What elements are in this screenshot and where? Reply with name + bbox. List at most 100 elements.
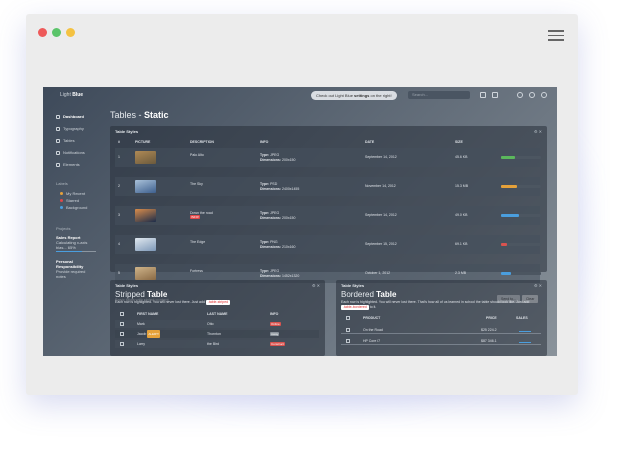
row-checkbox[interactable] bbox=[346, 328, 350, 332]
column-header: INFO bbox=[270, 312, 279, 316]
status-progress-bar bbox=[501, 156, 541, 159]
table-row[interactable]: Larry the Bird Construct bbox=[115, 340, 319, 348]
table-icon bbox=[56, 138, 60, 143]
select-all-checkbox[interactable] bbox=[346, 316, 350, 320]
search-input[interactable]: Search... bbox=[408, 91, 470, 99]
row-date: September 15, 2012 bbox=[365, 242, 397, 246]
row-date: September 14, 2012 bbox=[365, 155, 397, 159]
table-row[interactable]: 2 The Sky Type: PSD Dimensions: 2400x1455 No… bbox=[115, 177, 541, 196]
row-date: October 1, 2012 bbox=[365, 271, 391, 275]
select-all-checkbox[interactable] bbox=[120, 312, 124, 316]
panel-controls-icon[interactable]: ⚙ ✕ bbox=[534, 129, 542, 134]
user-icon[interactable] bbox=[529, 92, 535, 98]
brand-logo[interactable]: Light Blue bbox=[60, 92, 83, 98]
bordered-table-title: Bordered Table bbox=[341, 290, 397, 299]
column-header: INFO bbox=[260, 140, 269, 144]
power-icon[interactable] bbox=[541, 92, 547, 98]
row-thumbnail[interactable] bbox=[135, 267, 156, 280]
status-progress-bar bbox=[501, 214, 541, 217]
label-my-recent[interactable]: My Recent bbox=[60, 191, 85, 196]
messages-icon[interactable] bbox=[480, 92, 486, 98]
row-description: Palo Alto bbox=[190, 153, 204, 157]
row-checkbox[interactable] bbox=[120, 332, 124, 336]
home-icon bbox=[56, 114, 60, 119]
column-header: PRODUCT bbox=[363, 316, 381, 320]
row-size: 2.3 MB bbox=[455, 271, 467, 275]
minimize-dot[interactable] bbox=[52, 28, 61, 37]
table-row[interactable]: Mark Otto Online bbox=[115, 320, 319, 328]
last-name: Otto bbox=[207, 322, 214, 326]
sales-sparkline-icon bbox=[519, 339, 531, 343]
sidebar-item-dashboard[interactable]: Dashboard bbox=[56, 114, 84, 119]
table-header-row: PRODUCT PRICE SALES bbox=[341, 316, 541, 322]
row-id: 2 bbox=[118, 184, 120, 188]
alert-badge: ALERT! bbox=[147, 330, 160, 338]
text-icon bbox=[56, 126, 60, 131]
row-thumbnail[interactable] bbox=[135, 180, 156, 193]
panel-controls-icon[interactable]: ⚙ ✕ bbox=[534, 283, 542, 288]
settings-icon[interactable] bbox=[517, 92, 523, 98]
row-size: 15.3 MB bbox=[455, 184, 469, 188]
settings-notice[interactable]: Check out Light Blue settings on the rig… bbox=[311, 91, 397, 100]
table-row[interactable]: Jacob ALERT! Thornton Away bbox=[115, 330, 319, 338]
product-name: On the Road bbox=[363, 328, 383, 332]
top-bar: Light Blue Check out Light Blue settings… bbox=[43, 87, 557, 105]
app-screen: Light Blue Check out Light Blue settings… bbox=[43, 87, 557, 356]
table-row[interactable]: 4 The Edge Type: PNG Dimensions: 210x160 Sep… bbox=[115, 235, 541, 254]
label-starred[interactable]: Starred bbox=[60, 198, 79, 203]
maximize-dot[interactable] bbox=[66, 28, 75, 37]
table-row[interactable]: HP Core i7 $87 346.1 bbox=[341, 337, 541, 345]
label-background[interactable]: Background bbox=[60, 205, 87, 210]
status-badge: Away bbox=[270, 332, 280, 336]
bordered-table-desc: Each row is highlighted. You will never … bbox=[341, 300, 530, 310]
status-progress-bar bbox=[501, 185, 541, 188]
table-row[interactable]: On the Road $25 224.2 bbox=[341, 326, 541, 334]
stripped-table-panel: Table Styles ⚙ ✕ Stripped Table Each row… bbox=[110, 280, 325, 356]
project-progress bbox=[56, 251, 96, 252]
row-size: 49.0 KB bbox=[455, 213, 468, 217]
row-description: The Edge bbox=[190, 240, 206, 244]
panel-heading: Table Styles bbox=[341, 283, 365, 288]
first-name: Mark bbox=[137, 322, 145, 326]
row-checkbox[interactable] bbox=[346, 339, 350, 343]
status-progress-bar bbox=[501, 243, 541, 246]
row-thumbnail[interactable] bbox=[135, 209, 156, 222]
close-dot[interactable] bbox=[38, 28, 47, 37]
row-date: September 14, 2012 bbox=[365, 213, 397, 217]
column-header: DATE bbox=[365, 140, 375, 144]
row-description: Fortress bbox=[190, 269, 203, 273]
projects-heading: Projects bbox=[56, 226, 71, 231]
column-header: PICTURE bbox=[135, 140, 151, 144]
last-name: Thornton bbox=[207, 332, 222, 336]
notifications-icon[interactable] bbox=[492, 92, 498, 98]
row-thumbnail[interactable] bbox=[135, 151, 156, 164]
column-header: FIRST NAME bbox=[137, 312, 159, 316]
row-checkbox[interactable] bbox=[120, 342, 124, 346]
table-row[interactable]: 1 Palo Alto Type: JPEG Dimensions: 200x150 S… bbox=[115, 148, 541, 167]
window-controls bbox=[38, 28, 75, 37]
panel-controls-icon[interactable]: ⚙ ✕ bbox=[312, 283, 320, 288]
last-name: the Bird bbox=[207, 342, 220, 346]
table-header-row: FIRST NAME LAST NAME INFO bbox=[115, 312, 319, 318]
row-info: Type: PNG Dimensions: 210x160 bbox=[260, 240, 296, 249]
project-sales-report[interactable]: Sales Report Calculating x-axis bias... … bbox=[56, 235, 96, 252]
row-thumbnail[interactable] bbox=[135, 238, 156, 251]
project-personal-responsibility[interactable]: Personal Responsibility Provide required… bbox=[56, 259, 96, 279]
label-dot-icon bbox=[60, 199, 63, 202]
table-row[interactable]: 3 Down the road INFO! Type: JPEG Dimensions:… bbox=[115, 206, 541, 225]
status-badge: Online bbox=[270, 322, 281, 326]
stripped-table-desc: Each row is highlighted. You will never … bbox=[115, 300, 231, 305]
sidebar-item-typography[interactable]: Typography bbox=[56, 126, 84, 131]
sidebar-item-tables[interactable]: Tables bbox=[56, 138, 75, 143]
column-header: DESCRIPTION bbox=[190, 140, 214, 144]
row-checkbox[interactable] bbox=[120, 322, 124, 326]
status-progress-bar bbox=[501, 272, 541, 275]
product-price: $25 224.2 bbox=[481, 328, 497, 332]
elements-icon bbox=[56, 162, 60, 167]
hamburger-menu-icon[interactable] bbox=[548, 30, 564, 41]
column-header: LAST NAME bbox=[207, 312, 228, 316]
row-size: 45.6 KB bbox=[455, 155, 468, 159]
sidebar-item-elements[interactable]: Elements bbox=[56, 162, 80, 167]
label-dot-icon bbox=[60, 206, 63, 209]
sidebar-item-notifications[interactable]: Notifications bbox=[56, 150, 85, 155]
